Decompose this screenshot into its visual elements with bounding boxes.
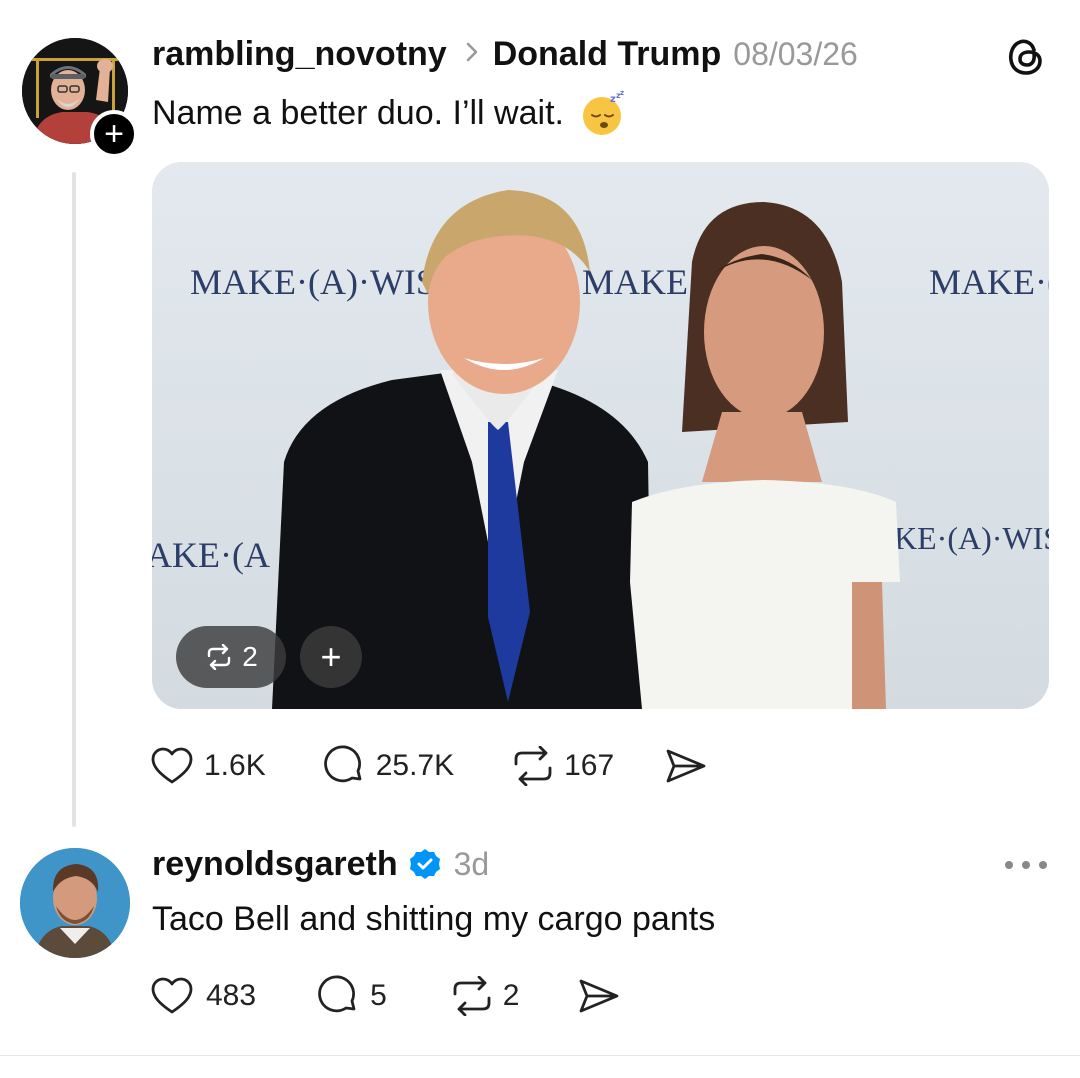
verified-icon [408, 847, 442, 881]
comment-icon [318, 975, 356, 1013]
repost-icon [453, 976, 491, 1016]
reply-share-button[interactable] [577, 976, 621, 1016]
share-button[interactable] [664, 746, 708, 786]
post-body: Name a better duo. I’ll wait. [152, 93, 564, 132]
reply-reply-button[interactable]: 5 [316, 975, 387, 1017]
post-header: rambling_novotny Donald Trump 08/03/26 [152, 32, 858, 76]
reply-repost-button[interactable]: 2 [449, 976, 520, 1016]
send-icon [666, 749, 706, 783]
reply-like-button[interactable]: 483 [150, 976, 256, 1016]
send-icon [580, 979, 619, 1013]
reply-body: Taco Bell and shitting my cargo pants [152, 900, 716, 938]
backdrop-text-1: MAKE·(A)·WIS [190, 262, 436, 302]
reply-author-avatar[interactable] [20, 848, 130, 958]
reply-reply-count: 5 [370, 979, 387, 1012]
comment-icon [323, 745, 362, 783]
media-repost-chip[interactable]: 2 [176, 626, 286, 688]
heart-icon [151, 747, 193, 784]
media-add-button[interactable]: + [300, 626, 362, 688]
media-repost-count: 2 [242, 641, 258, 672]
post-text: Name a better duo. I’ll wait. z z z [152, 89, 626, 136]
backdrop-text-3: MAKE·(A [929, 262, 1049, 302]
like-count: 1.6K [204, 749, 266, 782]
post-actions: 1.6K 25.7K 167 [150, 745, 708, 787]
reply-actions: 483 5 2 [150, 975, 621, 1017]
repost-icon [514, 746, 552, 786]
divider [0, 1055, 1080, 1056]
more-options-icon[interactable] [1004, 844, 1048, 878]
post-image[interactable]: MAKE·(A)·WIS MAKE·( MAKE·(A AKE·(A KE·(A… [152, 162, 1049, 709]
repost-button[interactable]: 167 [510, 746, 614, 786]
reply-repost-count: 2 [502, 979, 520, 1012]
sleeping-face-icon: z z z [580, 89, 626, 136]
backdrop-text-4: AKE·(A [152, 535, 270, 575]
repost-count: 167 [564, 749, 615, 782]
author-username[interactable]: rambling_novotny [152, 35, 447, 74]
reply-button[interactable]: 25.7K [322, 745, 454, 787]
threads-logo-icon[interactable] [1004, 34, 1048, 78]
reply-count: 25.7K [375, 749, 455, 782]
svg-text:z: z [620, 90, 624, 97]
like-button[interactable]: 1.6K [150, 746, 266, 786]
reply-like-count: 483 [206, 979, 257, 1012]
follow-plus-icon[interactable]: + [90, 110, 138, 158]
reply-to-username[interactable]: Donald Trump [493, 35, 722, 74]
chevron-right-icon [465, 39, 479, 70]
repost-icon [208, 644, 231, 670]
reply-header: reynoldsgareth 3d [152, 842, 489, 886]
plus-icon: + [320, 636, 342, 677]
post-timestamp: 08/03/26 [733, 35, 858, 72]
thread-connector-line [72, 172, 76, 827]
reply-username[interactable]: reynoldsgareth [152, 845, 398, 884]
backdrop-text-5: KE·(A)·WISI [894, 520, 1049, 556]
reply-timestamp: 3d [453, 845, 490, 882]
heart-icon [151, 977, 193, 1014]
